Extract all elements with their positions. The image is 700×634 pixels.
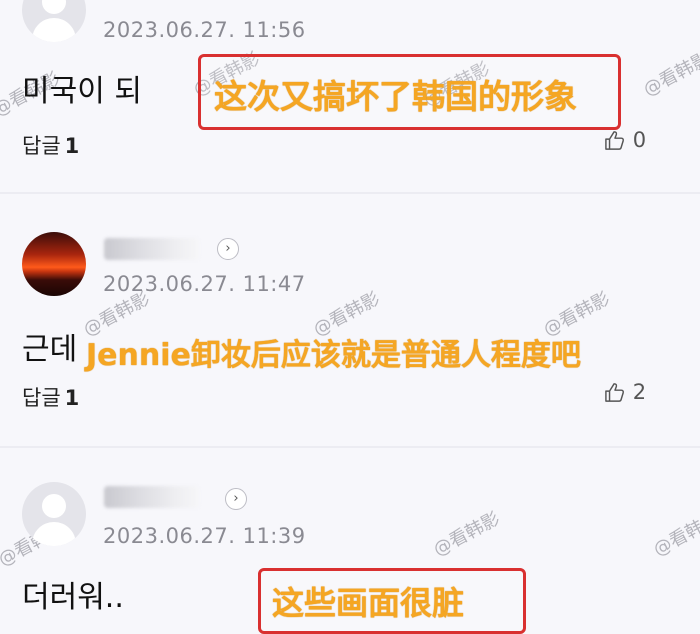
like-button[interactable]: 2 bbox=[604, 380, 646, 404]
thumbs-up-icon bbox=[605, 383, 625, 402]
reply-label: 답글 bbox=[22, 386, 61, 410]
like-button[interactable]: 0 bbox=[604, 128, 646, 152]
comment-text: 더러워.. bbox=[22, 580, 124, 615]
reply-count: 1 bbox=[64, 134, 80, 158]
username[interactable] bbox=[104, 486, 199, 508]
reply-button[interactable]: 답글 1 bbox=[22, 130, 79, 160]
avatar[interactable] bbox=[22, 0, 86, 42]
reply-label: 답글 bbox=[22, 134, 61, 158]
like-count: 2 bbox=[632, 380, 647, 404]
username[interactable] bbox=[104, 238, 199, 260]
comment-timestamp: 2023.06.27. 11:56 bbox=[103, 18, 306, 42]
avatar[interactable] bbox=[22, 232, 86, 296]
reply-button[interactable]: 답글 1 bbox=[22, 382, 79, 412]
avatar[interactable] bbox=[22, 482, 86, 546]
chevron-right-icon[interactable]: › bbox=[225, 488, 247, 510]
chevron-right-icon[interactable]: › bbox=[217, 238, 239, 260]
comment-text: 미국이 되 bbox=[22, 74, 142, 109]
thumbs-up-icon bbox=[605, 131, 625, 150]
comment-timestamp: 2023.06.27. 11:47 bbox=[103, 272, 306, 296]
caption-overlay: Jennie卸妆后应该就是普通人程度吧 bbox=[86, 338, 581, 373]
comment-timestamp: 2023.06.27. 11:39 bbox=[103, 524, 306, 548]
like-count: 0 bbox=[632, 128, 647, 152]
reply-count: 1 bbox=[64, 386, 80, 410]
comment-text: 근데 bbox=[22, 332, 78, 367]
comment-item: › 2023.06.27. 11:47 근데 답글 1 2 bbox=[0, 194, 700, 444]
caption-overlay: 这些画面很脏 bbox=[272, 584, 465, 622]
caption-overlay: 这次又搞坏了韩国的形象 bbox=[214, 77, 577, 116]
